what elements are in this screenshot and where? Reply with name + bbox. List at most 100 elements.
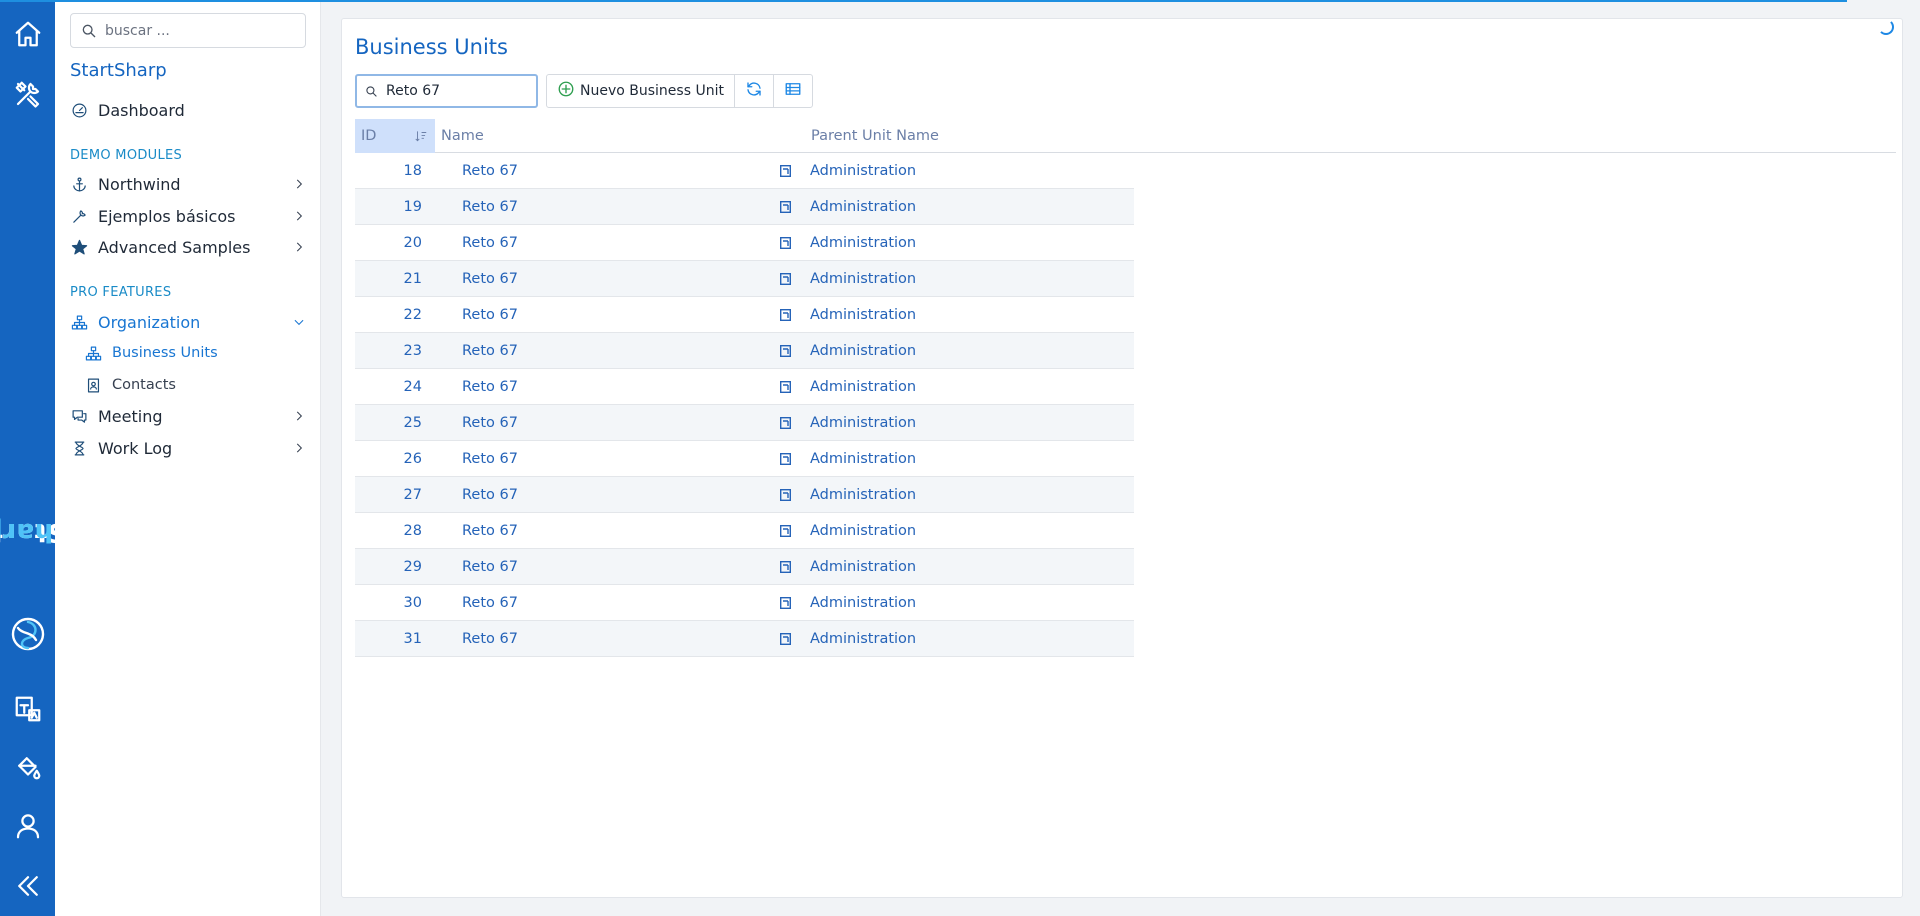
edit-parent-icon[interactable] [780, 621, 792, 657]
sidebar-item-meeting[interactable]: Meeting [70, 402, 310, 430]
edit-parent-icon[interactable] [780, 513, 792, 549]
column-header-label: ID [361, 128, 377, 144]
cell-parent-unit-link[interactable]: Administration [810, 189, 1110, 225]
sidebar-item-ejemplos[interactable]: Ejemplos básicos [70, 202, 310, 230]
cell-parent-unit-link[interactable]: Administration [810, 225, 1110, 261]
cell-parent-unit-link[interactable]: Administration [810, 333, 1110, 369]
table-row[interactable]: 21 Reto 67 Administration [355, 261, 1134, 297]
cell-name-link[interactable]: Reto 67 [462, 189, 682, 225]
translate-icon[interactable] [0, 687, 55, 731]
sidebar-item-northwind[interactable]: Northwind [70, 170, 310, 198]
chevron-right-icon [292, 177, 306, 191]
edit-parent-icon[interactable] [780, 549, 792, 585]
table-row[interactable]: 25 Reto 67 Administration [355, 405, 1134, 441]
edit-parent-icon[interactable] [780, 333, 792, 369]
table-row[interactable]: 24 Reto 67 Administration [355, 369, 1134, 405]
refresh-button[interactable] [735, 75, 774, 107]
edit-parent-icon[interactable] [780, 153, 792, 189]
startsharp-logo-icon [8, 614, 48, 654]
edit-parent-icon[interactable] [780, 369, 792, 405]
cell-parent-unit-link[interactable]: Administration [810, 441, 1110, 477]
hourglass-icon [70, 439, 88, 457]
grid-header: ID Name Parent Unit Name [355, 119, 1896, 153]
chevron-right-icon [292, 240, 306, 254]
chevron-down-icon [292, 315, 306, 329]
edit-parent-icon[interactable] [780, 585, 792, 621]
home-icon[interactable] [0, 12, 55, 56]
section-heading-pro: PRO FEATURES [70, 285, 172, 300]
edit-parent-icon[interactable] [780, 441, 792, 477]
column-header-id[interactable]: ID [355, 119, 435, 153]
sidebar-item-dashboard[interactable]: Dashboard [70, 96, 310, 124]
cell-id: 30 [403, 595, 422, 611]
cell-name-link[interactable]: Reto 67 [462, 225, 682, 261]
table-row[interactable]: 31 Reto 67 Administration [355, 621, 1134, 657]
tools-icon[interactable] [0, 72, 55, 116]
table-row[interactable]: 19 Reto 67 Administration [355, 189, 1134, 225]
column-picker-button[interactable] [774, 75, 812, 107]
cell-name-link[interactable]: Reto 67 [462, 477, 682, 513]
cell-name-link[interactable]: Reto 67 [462, 441, 682, 477]
cell-name-link[interactable]: Reto 67 [462, 297, 682, 333]
cell-name-link[interactable]: Reto 67 [462, 549, 682, 585]
search-icon [366, 85, 377, 97]
chevron-right-icon [292, 209, 306, 223]
cell-name-link[interactable]: Reto 67 [462, 585, 682, 621]
cell-name-link[interactable]: Reto 67 [462, 405, 682, 441]
cell-name-link[interactable]: Reto 67 [462, 369, 682, 405]
sidebar-item-contacts[interactable]: Contacts [84, 372, 310, 398]
cell-parent-unit-link[interactable]: Administration [810, 549, 1110, 585]
table-row[interactable]: 20 Reto 67 Administration [355, 225, 1134, 261]
cell-parent-unit-link[interactable]: Administration [810, 369, 1110, 405]
cell-name-link[interactable]: Reto 67 [462, 513, 682, 549]
chevron-right-icon [292, 441, 306, 455]
edit-parent-icon[interactable] [780, 405, 792, 441]
sidebar-item-label: Dashboard [98, 100, 185, 120]
content-panel: Business Units Nuevo Business Unit ID Na… [341, 18, 1903, 898]
table-row[interactable]: 27 Reto 67 Administration [355, 477, 1134, 513]
table-row[interactable]: 29 Reto 67 Administration [355, 549, 1134, 585]
theme-paint-icon[interactable] [0, 745, 55, 789]
sidebar-item-advanced-samples[interactable]: Advanced Samples [70, 233, 310, 261]
sidebar-item-work-log[interactable]: Work Log [70, 434, 310, 462]
table-row[interactable]: 23 Reto 67 Administration [355, 333, 1134, 369]
new-business-unit-button[interactable]: Nuevo Business Unit [547, 75, 735, 107]
cell-parent-unit-link[interactable]: Administration [810, 477, 1110, 513]
cell-parent-unit-link[interactable]: Administration [810, 585, 1110, 621]
quick-search-input[interactable] [386, 83, 536, 99]
edit-parent-icon[interactable] [780, 261, 792, 297]
cell-parent-unit-link[interactable]: Administration [810, 513, 1110, 549]
sidebar-search[interactable] [70, 13, 306, 48]
section-heading-demo: DEMO MODULES [70, 148, 183, 163]
cell-parent-unit-link[interactable]: Administration [810, 153, 1110, 189]
cell-parent-unit-link[interactable]: Administration [810, 621, 1110, 657]
cell-name-link[interactable]: Reto 67 [462, 153, 682, 189]
sidebar: StartSharp Dashboard DEMO MODULES Northw… [55, 0, 321, 916]
table-row[interactable]: 26 Reto 67 Administration [355, 441, 1134, 477]
edit-parent-icon[interactable] [780, 297, 792, 333]
cell-parent-unit-link[interactable]: Administration [810, 261, 1110, 297]
cell-name-link[interactable]: Reto 67 [462, 621, 682, 657]
cell-name-link[interactable]: Reto 67 [462, 261, 682, 297]
sidebar-search-input[interactable] [105, 22, 295, 39]
edit-parent-icon[interactable] [780, 225, 792, 261]
table-row[interactable]: 18 Reto 67 Administration [355, 153, 1134, 189]
cell-parent-unit-link[interactable]: Administration [810, 297, 1110, 333]
edit-parent-icon[interactable] [780, 477, 792, 513]
edit-parent-icon[interactable] [780, 189, 792, 225]
sidebar-item-organization[interactable]: Organization [70, 308, 310, 336]
user-profile-icon[interactable] [0, 804, 55, 848]
org-chart-icon [84, 344, 102, 362]
sidebar-item-label: Business Units [112, 345, 218, 361]
quick-search[interactable] [355, 74, 538, 108]
sidebar-item-business-units[interactable]: Business Units [84, 340, 310, 366]
table-row[interactable]: 22 Reto 67 Administration [355, 297, 1134, 333]
table-row[interactable]: 28 Reto 67 Administration [355, 513, 1134, 549]
cell-id: 23 [403, 343, 422, 359]
cell-parent-unit-link[interactable]: Administration [810, 405, 1110, 441]
column-header-parent-unit-name[interactable]: Parent Unit Name [805, 119, 1205, 153]
column-header-name[interactable]: Name [435, 119, 805, 153]
cell-name-link[interactable]: Reto 67 [462, 333, 682, 369]
table-row[interactable]: 30 Reto 67 Administration [355, 585, 1134, 621]
collapse-sidebar-icon[interactable] [0, 864, 55, 908]
